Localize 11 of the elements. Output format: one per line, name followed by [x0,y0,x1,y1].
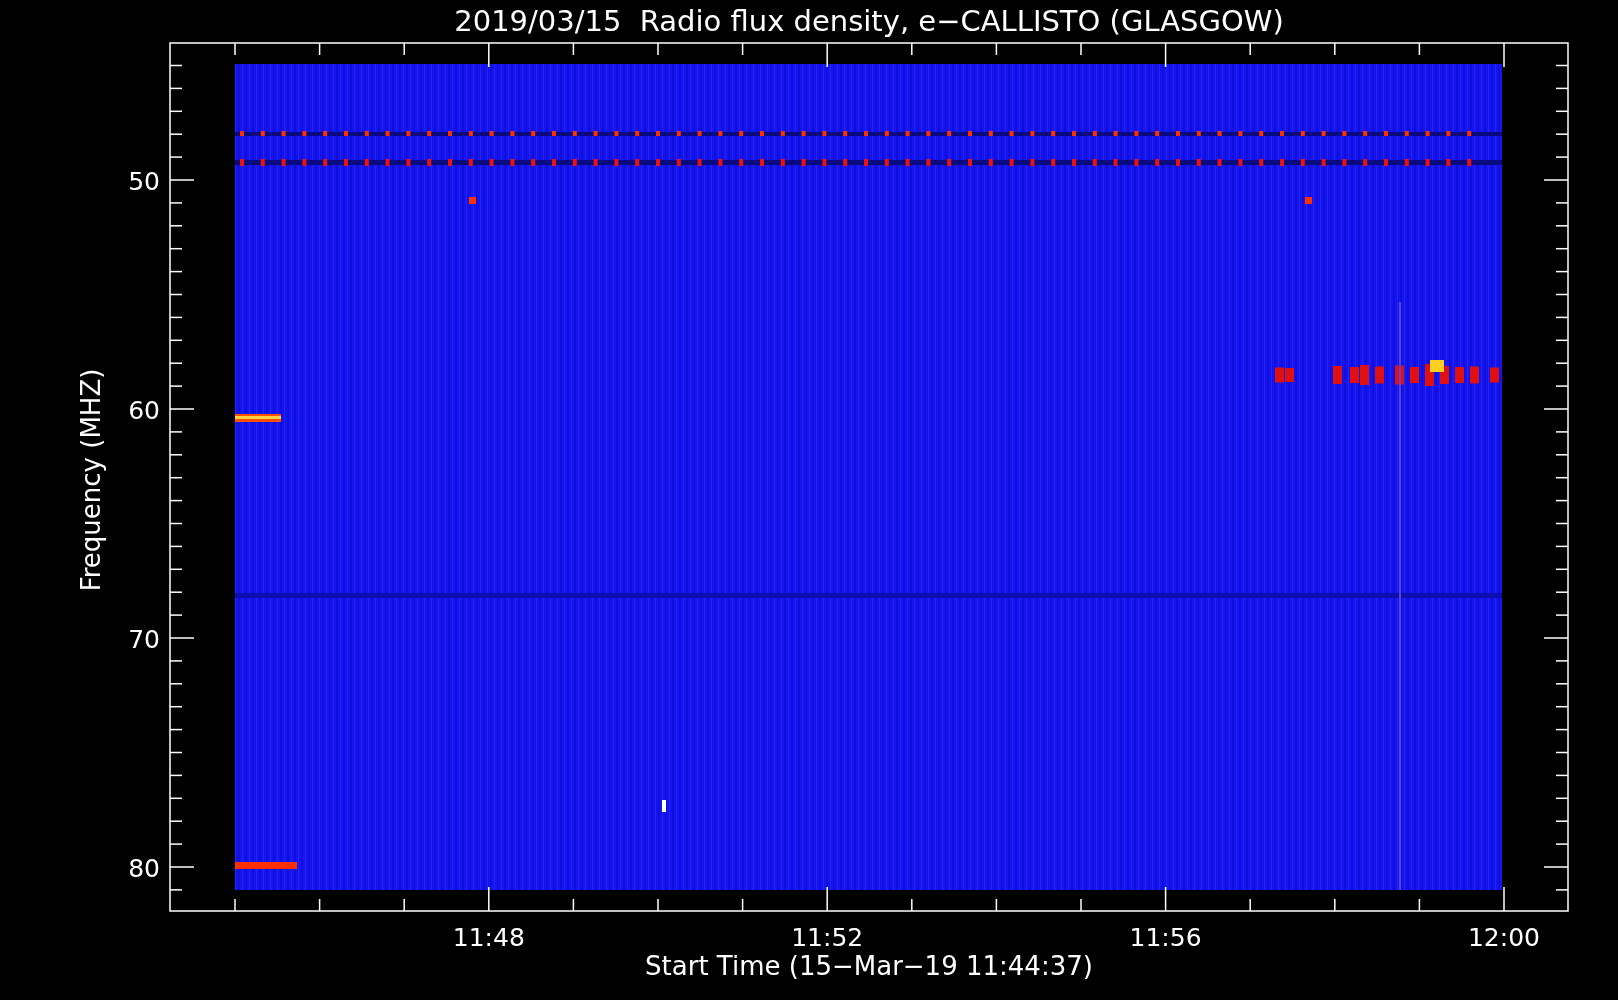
x-tick-label: 11:52 [791,923,864,952]
y-tick-label: 80 [128,854,160,883]
x-axis-label: Start Time (15−Mar−19 11:44:37) [645,951,1093,981]
x-tick-label: 11:48 [452,923,525,952]
y-tick-label: 60 [128,396,160,425]
plot-title: 2019/03/15 Radio flux density, e−CALLISTO (GLASGOW) [454,4,1284,38]
y-tick-label: 70 [128,625,160,654]
y-axis-label: Frequency (MHZ) [76,368,106,592]
x-tick-label: 12:00 [1468,923,1540,952]
y-tick-label: 50 [128,167,160,196]
x-tick-label: 11:56 [1129,923,1202,952]
